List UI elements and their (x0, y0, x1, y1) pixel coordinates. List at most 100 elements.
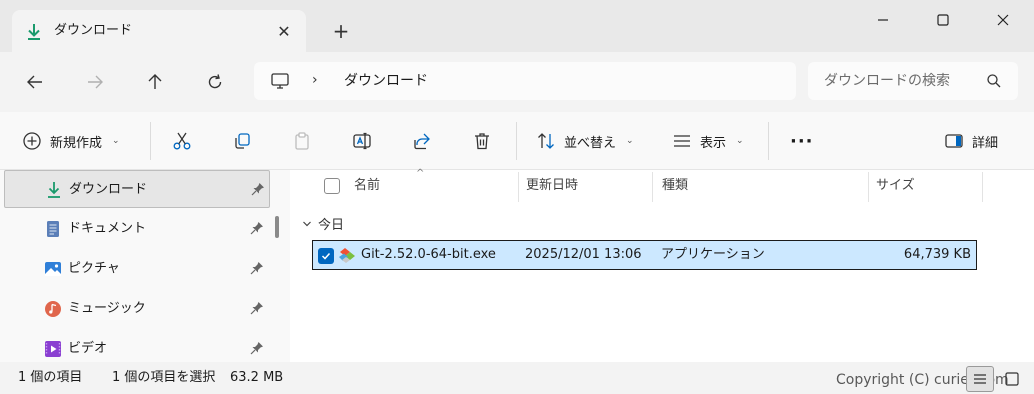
address-row: › ダウンロード ダウンロードの検索 (0, 52, 1034, 112)
arrow-up-icon (148, 74, 162, 89)
item-count: 1 個の項目 (18, 370, 83, 385)
arrow-left-icon (27, 75, 42, 89)
copy-icon (235, 133, 250, 149)
column-divider[interactable] (518, 172, 519, 202)
selection-count: 1 個の項目を選択 (112, 370, 216, 385)
column-header-type[interactable]: 種類 (662, 178, 688, 194)
address-field[interactable]: › ダウンロード (254, 62, 796, 100)
status-bar: 1 個の項目 1 個の項目を選択 63.2 MB Copyright (C) c… (0, 362, 1034, 394)
copy-button[interactable] (232, 127, 252, 155)
forward-button[interactable] (82, 69, 108, 95)
rename-icon (353, 132, 371, 150)
share-button[interactable] (412, 127, 432, 155)
column-header-size[interactable]: サイズ (876, 178, 915, 194)
download-icon (48, 182, 60, 198)
command-bar: 新規作成 ⌄ 並べ替え ⌄ 表示 ⌄ ··· 詳細 (0, 112, 1034, 170)
close-tab-icon[interactable]: ✕ (274, 21, 294, 41)
breadcrumb-downloads[interactable]: ダウンロード (344, 71, 428, 91)
divider (516, 122, 517, 160)
scissors-icon (173, 132, 191, 150)
download-icon (28, 24, 40, 40)
new-button[interactable]: 新規作成 ⌄ (22, 127, 120, 155)
search-input[interactable]: ダウンロードの検索 (808, 62, 1018, 100)
videos-icon (45, 341, 61, 357)
up-button[interactable] (142, 69, 168, 95)
title-bar: ダウンロード ✕ + (0, 0, 1034, 52)
column-divider[interactable] (868, 172, 869, 202)
navigation-pane: ダウンロード ドキュメント ピクチャ ミュージック ビデオ (0, 170, 290, 362)
sidebar-item-downloads[interactable]: ダウンロード (4, 170, 270, 208)
close-window-button[interactable] (980, 6, 1026, 34)
column-header-date[interactable]: 更新日時 (526, 178, 578, 194)
monitor-icon (271, 73, 289, 89)
navigation-scrollbar[interactable] (275, 216, 279, 238)
group-label: 今日 (318, 218, 345, 233)
sidebar-item-documents[interactable]: ドキュメント (4, 210, 270, 248)
chevron-down-icon: ⌄ (112, 136, 120, 146)
rename-button[interactable] (352, 127, 372, 155)
music-icon (45, 301, 61, 317)
pin-icon[interactable] (250, 341, 264, 355)
pin-icon[interactable] (250, 221, 264, 235)
tiles-view-icon (1005, 372, 1019, 386)
column-header-row: 名前 ^ 更新日時 種類 サイズ (290, 168, 1034, 202)
clipboard-icon (295, 132, 309, 150)
chevron-down-icon (303, 221, 311, 226)
new-tab-button[interactable]: + (330, 19, 352, 43)
tab-label: ダウンロード (54, 23, 133, 38)
sidebar-item-label: ダウンロード (69, 182, 148, 197)
sort-button-label: 並べ替え (564, 135, 617, 151)
refresh-icon (208, 74, 222, 89)
back-button[interactable] (22, 69, 48, 95)
cut-button[interactable] (172, 127, 192, 155)
details-pane-label: 詳細 (972, 135, 999, 151)
list-view-icon (974, 374, 986, 384)
tiles-view-button[interactable] (998, 366, 1026, 392)
table-row[interactable]: Git-2.52.0-64-bit.exe 2025/12/01 13:06 ア… (312, 240, 977, 270)
sidebar-item-label: ミュージック (68, 301, 146, 316)
maximize-icon (937, 14, 949, 26)
pin-icon[interactable] (251, 182, 265, 196)
details-pane-button[interactable]: 詳細 (944, 127, 998, 155)
file-list: 名前 ^ 更新日時 種類 サイズ 今日 Git-2.52.0-64-bit.ex… (290, 168, 1034, 362)
sidebar-item-pictures[interactable]: ピクチャ (4, 250, 270, 288)
tab-downloads[interactable]: ダウンロード ✕ (12, 10, 306, 52)
paste-button[interactable] (292, 127, 312, 155)
select-all-checkbox[interactable] (324, 178, 340, 194)
details-pane-icon (945, 134, 963, 148)
view-button-label: 表示 (700, 135, 727, 151)
minimize-button[interactable] (860, 6, 906, 34)
sidebar-item-music[interactable]: ミュージック (4, 290, 270, 328)
sidebar-item-label: ビデオ (68, 341, 108, 356)
delete-button[interactable] (472, 127, 492, 155)
refresh-button[interactable] (202, 69, 228, 95)
file-size: 64,739 KB (903, 247, 971, 262)
pin-icon[interactable] (250, 301, 264, 315)
chevron-down-icon: ⌄ (626, 136, 634, 146)
column-divider[interactable] (982, 172, 983, 202)
sidebar-item-label: ドキュメント (68, 221, 147, 236)
selection-size: 63.2 MB (230, 370, 284, 385)
sort-button[interactable]: 並べ替え ⌄ (536, 127, 634, 155)
breadcrumb-chevron[interactable]: › (312, 72, 318, 88)
search-icon (987, 74, 1001, 88)
search-placeholder: ダウンロードの検索 (824, 73, 950, 89)
sidebar-item-label: ピクチャ (68, 261, 120, 276)
chevron-down-icon: ⌄ (736, 136, 744, 146)
more-icon: ··· (790, 130, 814, 152)
checkmark-icon (321, 252, 331, 260)
documents-icon (47, 221, 59, 237)
divider (150, 122, 151, 160)
divider (768, 122, 769, 160)
maximize-button[interactable] (920, 6, 966, 34)
arrow-right-icon (88, 75, 103, 89)
more-options-button[interactable]: ··· (790, 127, 814, 155)
column-divider[interactable] (652, 172, 653, 202)
details-view-button[interactable] (966, 366, 994, 392)
group-header-today[interactable]: 今日 (302, 214, 344, 233)
column-header-name[interactable]: 名前 (354, 178, 380, 194)
row-checkbox[interactable] (318, 248, 334, 264)
view-button[interactable]: 表示 ⌄ (672, 127, 744, 155)
minimize-icon (878, 19, 888, 21)
pin-icon[interactable] (250, 261, 264, 275)
